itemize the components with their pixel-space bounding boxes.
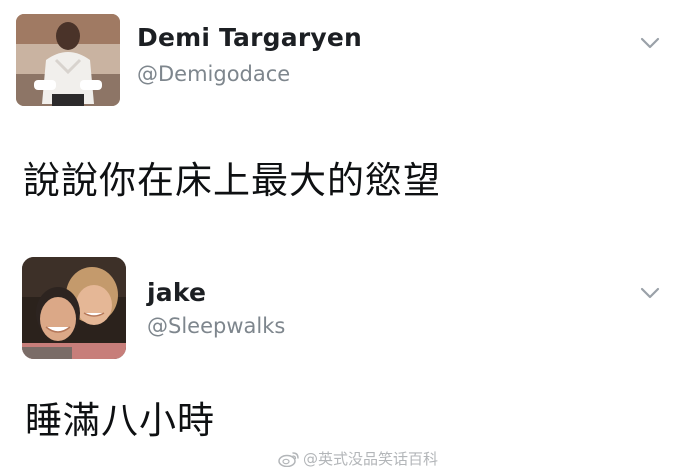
chevron-down-icon[interactable] (640, 285, 660, 299)
tweet-1: Demi Targaryen @Demigodace 說說你在床上最大的慾望 (0, 0, 690, 240)
watermark: @英式没品笑话百科 (278, 448, 438, 469)
author-name[interactable]: jake (147, 278, 206, 307)
couple-photo-avatar (22, 257, 126, 359)
user-photo-avatar (16, 14, 120, 106)
author-handle[interactable]: @Demigodace (137, 62, 290, 86)
chevron-down-icon[interactable] (640, 35, 660, 49)
avatar[interactable] (16, 14, 120, 106)
watermark-text: @英式没品笑话百科 (302, 450, 438, 468)
tweet-text: 睡滿八小時 (25, 399, 215, 442)
tweet-2: jake @Sleepwalks 睡滿八小時 (0, 240, 690, 475)
author-handle[interactable]: @Sleepwalks (147, 314, 285, 338)
author-name[interactable]: Demi Targaryen (137, 23, 362, 52)
tweet-text: 說說你在床上最大的慾望 (23, 159, 441, 202)
weibo-icon (278, 451, 300, 467)
avatar[interactable] (22, 257, 126, 359)
